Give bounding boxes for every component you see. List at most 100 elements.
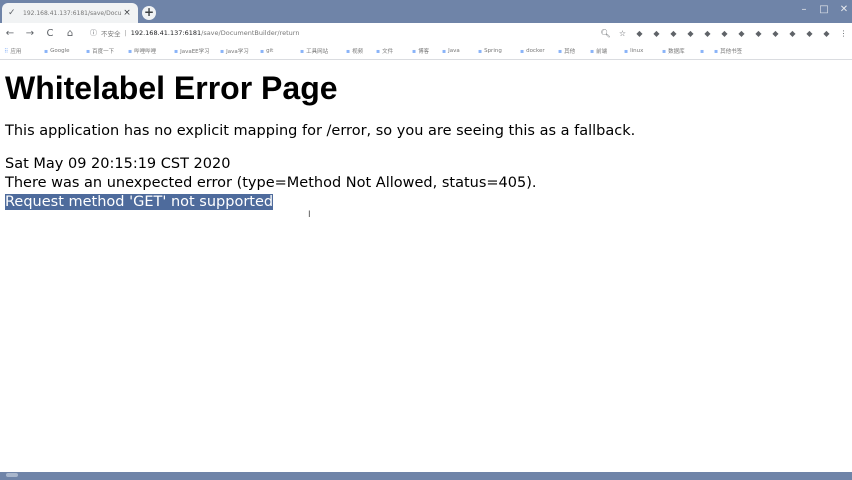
bookmark-label: Spring bbox=[484, 48, 502, 54]
forward-button[interactable]: → bbox=[20, 28, 40, 39]
url-path: /save/DocumentBuilder/return bbox=[201, 29, 300, 37]
folder-icon: ▪ bbox=[86, 47, 91, 55]
bookmark-label: 其他书签 bbox=[720, 49, 743, 55]
bookmark-label: 工具网站 bbox=[306, 49, 329, 55]
ext-icon[interactable]: ◆ bbox=[767, 29, 784, 38]
bookmark-label: linux bbox=[630, 48, 644, 54]
page-favicon-icon: ✓ bbox=[8, 8, 16, 18]
close-window-button[interactable]: ✕ bbox=[832, 4, 852, 18]
folder-icon: ▪ bbox=[662, 47, 667, 55]
bookmark-item[interactable]: ⠿ 应用 bbox=[4, 47, 44, 56]
bookmark-item[interactable]: ▪ 前端 bbox=[590, 47, 624, 56]
folder-icon: ▪ bbox=[300, 47, 305, 55]
ext-icon[interactable]: ◆ bbox=[716, 29, 733, 38]
bookmark-item[interactable]: ▪ bbox=[700, 48, 714, 55]
bookmark-label: docker bbox=[526, 48, 545, 54]
security-label: 不安全 bbox=[101, 30, 121, 38]
new-tab-button[interactable]: + bbox=[142, 6, 156, 20]
bookmark-label: Java学习 bbox=[226, 49, 249, 55]
selected-text: Request method 'GET' not supported bbox=[5, 194, 274, 210]
home-button[interactable]: ⌂ bbox=[60, 28, 80, 39]
folder-icon: ▪ bbox=[220, 47, 225, 55]
ext-icon[interactable]: ◆ bbox=[801, 29, 818, 38]
tab-title: 192.168.41.137:6181/save/Docu... bbox=[23, 9, 122, 17]
ext-icon[interactable]: ◆ bbox=[750, 29, 767, 38]
folder-icon: ▪ bbox=[260, 47, 265, 55]
bookmark-item[interactable]: ▪ git bbox=[260, 48, 300, 55]
apps-icon: ⠿ bbox=[4, 47, 9, 55]
star-icon[interactable]: ☆ bbox=[614, 29, 631, 38]
bookmark-item[interactable]: ▪ Google bbox=[44, 48, 86, 55]
ext-icon[interactable]: ◆ bbox=[784, 29, 801, 38]
bookmark-item[interactable]: ▪ docker bbox=[520, 48, 558, 55]
ext-icon[interactable]: ◆ bbox=[665, 29, 682, 38]
ext-icon[interactable]: ◆ bbox=[818, 29, 835, 38]
browser-toolbar: ← → C ⌂ ⓘ 不安全 | 192.168.41.137:6181 /sav… bbox=[0, 23, 852, 43]
bookmark-item[interactable]: ▪ 百度一下 bbox=[86, 47, 128, 56]
bookmark-label: git bbox=[266, 48, 274, 54]
bookmark-item[interactable]: ▪ 哔哩哔哩 bbox=[128, 47, 174, 56]
address-bar[interactable]: ⓘ 不安全 | 192.168.41.137:6181 /save/Docume… bbox=[90, 26, 420, 41]
folder-icon: ▪ bbox=[44, 47, 49, 55]
bookmark-label: 数据库 bbox=[668, 49, 685, 55]
folder-icon: ▪ bbox=[520, 47, 525, 55]
fallback-message: This application has no explicit mapping… bbox=[5, 123, 636, 139]
taskbar-item[interactable] bbox=[6, 473, 18, 477]
bookmark-item[interactable]: ▪ Spring bbox=[478, 48, 520, 55]
bookmark-item[interactable]: ▪ 其他 bbox=[558, 47, 590, 56]
bookmark-label: 文件 bbox=[382, 49, 394, 55]
folder-icon: ▪ bbox=[128, 47, 133, 55]
bookmark-item[interactable]: ▪ JavaEE学习 bbox=[174, 47, 220, 56]
ext-icon[interactable]: ◆ bbox=[733, 29, 750, 38]
text-cursor-icon: I bbox=[308, 210, 311, 220]
error-timestamp: Sat May 09 20:15:19 CST 2020 bbox=[5, 156, 231, 172]
bookmark-item[interactable]: ▪ Java学习 bbox=[220, 47, 260, 56]
bookmark-label: Google bbox=[50, 48, 70, 54]
ext-icon[interactable]: ◆ bbox=[631, 29, 648, 38]
tab-active[interactable]: ✓ 192.168.41.137:6181/save/Docu... × bbox=[2, 3, 138, 23]
bookmark-item[interactable]: ▪ linux bbox=[624, 48, 662, 55]
bookmark-item[interactable]: ▪ Java bbox=[442, 48, 478, 55]
reload-button[interactable]: C bbox=[40, 28, 60, 39]
tab-strip: ✓ 192.168.41.137:6181/save/Docu... × + –… bbox=[0, 0, 852, 23]
page-title: Whitelabel Error Page bbox=[5, 70, 338, 106]
folder-icon: ▪ bbox=[412, 47, 417, 55]
bookmark-label: 百度一下 bbox=[92, 49, 115, 55]
bookmark-label: 视频 bbox=[352, 49, 364, 55]
info-icon[interactable]: ⓘ bbox=[90, 28, 97, 38]
folder-icon: ▪ bbox=[346, 47, 351, 55]
search-icon[interactable]: 🔍︎ bbox=[597, 29, 614, 38]
error-type-line: There was an unexpected error (type=Meth… bbox=[5, 175, 537, 191]
folder-icon: ▪ bbox=[624, 47, 629, 55]
bookmark-label: 哔哩哔哩 bbox=[134, 49, 157, 55]
bookmark-item[interactable]: ▪ 视频 bbox=[346, 47, 376, 56]
menu-icon[interactable]: ⋮ bbox=[835, 29, 852, 38]
taskbar bbox=[0, 472, 852, 480]
bookmark-label: 其他 bbox=[564, 49, 576, 55]
bookmark-label: JavaEE学习 bbox=[180, 49, 210, 55]
bookmark-label: Java bbox=[448, 48, 460, 54]
folder-icon: ▪ bbox=[700, 47, 705, 55]
bookmark-item[interactable]: ▪ 数据库 bbox=[662, 47, 700, 56]
folder-icon: ▪ bbox=[590, 47, 595, 55]
back-button[interactable]: ← bbox=[0, 28, 20, 39]
ext-icon[interactable]: ◆ bbox=[648, 29, 665, 38]
bookmark-label: 博客 bbox=[418, 49, 430, 55]
folder-icon: ▪ bbox=[376, 47, 381, 55]
bookmark-item[interactable]: ▪ 博客 bbox=[412, 47, 442, 56]
folder-icon: ▪ bbox=[478, 47, 483, 55]
folder-icon: ▪ bbox=[442, 47, 447, 55]
ext-icon[interactable]: ◆ bbox=[699, 29, 716, 38]
bookmark-item[interactable]: ▪ 文件 bbox=[376, 47, 412, 56]
bookmarks-bar: ⠿ 应用 ▪ Google ▪ 百度一下 ▪ 哔哩哔哩 ▪ JavaEE学习 ▪ Java学习 ▪ git… bbox=[0, 43, 852, 60]
folder-icon: ▪ bbox=[714, 47, 719, 55]
bookmark-item[interactable]: ▪ 其他书签 bbox=[714, 47, 754, 56]
ext-icon[interactable]: ◆ bbox=[682, 29, 699, 38]
bookmark-label: 前端 bbox=[596, 49, 608, 55]
url-host: 192.168.41.137:6181 bbox=[130, 29, 202, 37]
folder-icon: ▪ bbox=[174, 47, 179, 55]
tab-close-icon[interactable]: × bbox=[122, 8, 132, 18]
folder-icon: ▪ bbox=[558, 47, 563, 55]
error-detail: Request method 'GET' not supported bbox=[5, 194, 274, 210]
bookmark-item[interactable]: ▪ 工具网站 bbox=[300, 47, 346, 56]
